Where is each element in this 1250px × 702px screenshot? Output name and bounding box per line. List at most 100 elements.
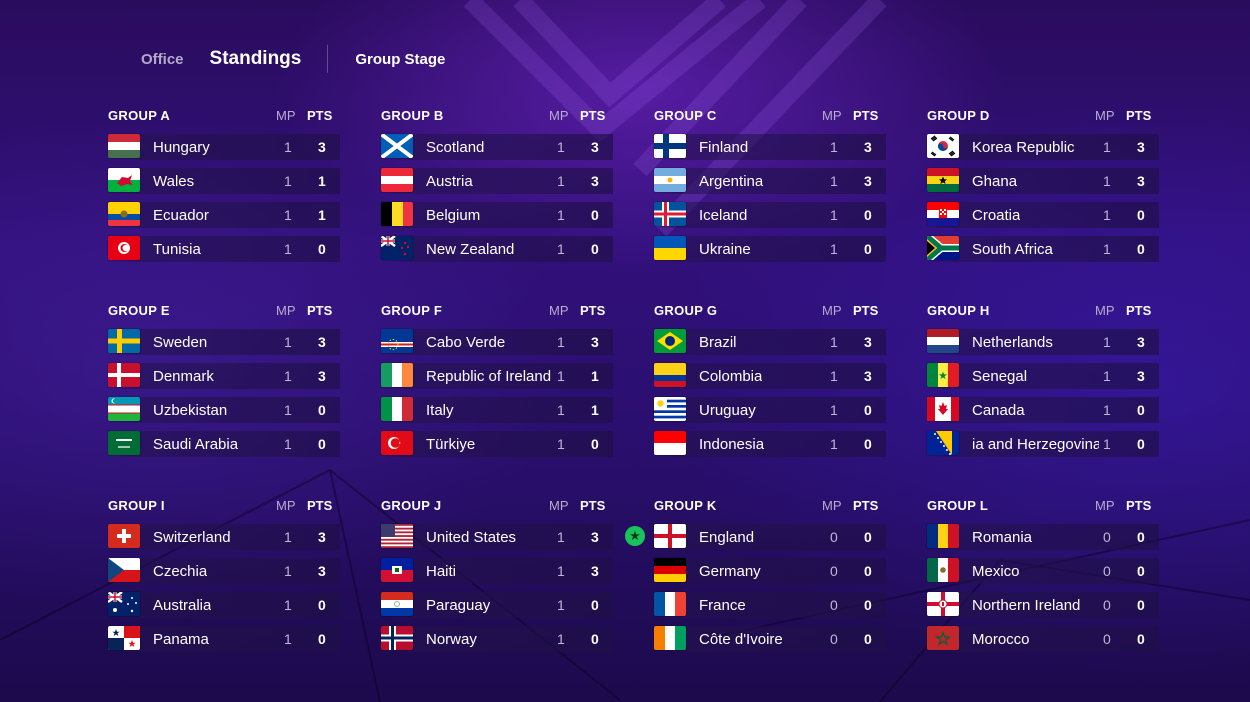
team-row[interactable]: South Africa 1 0 — [927, 236, 1159, 262]
team-name: Tunisia — [153, 240, 201, 258]
haiti-flag-icon — [381, 558, 413, 582]
group-table: GROUP D MP PTS Korea Republic 1 3 Ghana 1 3 Croat… — [927, 104, 1159, 262]
team-row[interactable]: Saudi Arabia 1 0 — [108, 431, 340, 457]
team-row[interactable]: Türkiye 1 0 — [381, 431, 613, 457]
team-row[interactable]: Korea Republic 1 3 — [927, 134, 1159, 160]
nav-office[interactable]: Office — [141, 51, 184, 68]
team-row[interactable]: Panama 1 0 — [108, 626, 340, 652]
team-row[interactable]: Norway 1 0 — [381, 626, 613, 652]
team-points: 3 — [864, 368, 872, 384]
indonesia-flag-icon — [654, 431, 686, 455]
team-row[interactable]: Croatia 1 0 — [927, 202, 1159, 228]
team-row[interactable]: Indonesia 1 0 — [654, 431, 886, 457]
team-points: 0 — [318, 631, 326, 647]
group-name: GROUP H — [927, 302, 990, 318]
team-row[interactable]: Morocco 0 0 — [927, 626, 1159, 652]
team-points: 3 — [591, 529, 599, 545]
team-row[interactable]: Sweden 1 3 — [108, 329, 340, 355]
team-row[interactable]: United States 1 3 — [381, 524, 613, 550]
team-row[interactable]: Paraguay 1 0 — [381, 592, 613, 618]
column-header-mp: MP — [1095, 302, 1115, 318]
team-matches-played: 1 — [284, 139, 292, 155]
team-row[interactable]: Cabo Verde 1 3 — [381, 329, 613, 355]
team-row[interactable]: Ecuador 1 1 — [108, 202, 340, 228]
team-row[interactable]: ia and Herzegovina 1 0 — [927, 431, 1159, 457]
team-row[interactable]: Haiti 1 3 — [381, 558, 613, 584]
nav-standings[interactable]: Standings — [210, 48, 302, 70]
group-name: GROUP G — [654, 302, 718, 318]
team-name: France — [699, 596, 746, 614]
group-table: GROUP C MP PTS Finland 1 3 Argentina 1 3 Iceland 1… — [654, 104, 886, 262]
team-row[interactable]: France 0 0 — [654, 592, 886, 618]
team-points: 1 — [591, 368, 599, 384]
team-row[interactable]: Italy 1 1 — [381, 397, 613, 423]
team-row[interactable]: Germany 0 0 — [654, 558, 886, 584]
team-name: Denmark — [153, 367, 214, 385]
ukraine-flag-icon — [654, 236, 686, 260]
team-row[interactable]: Wales 1 1 — [108, 168, 340, 194]
team-points: 0 — [864, 436, 872, 452]
team-row[interactable]: Uruguay 1 0 — [654, 397, 886, 423]
team-points: 0 — [864, 597, 872, 613]
team-row[interactable]: Argentina 1 3 — [654, 168, 886, 194]
team-row[interactable]: Hungary 1 3 — [108, 134, 340, 160]
belgium-flag-icon — [381, 202, 413, 226]
team-row[interactable]: Australia 1 0 — [108, 592, 340, 618]
team-points: 3 — [864, 173, 872, 189]
group-table: GROUP F MP PTS Cabo Verde 1 3 Republic of Irel… — [381, 299, 613, 457]
team-row[interactable]: Ghana 1 3 — [927, 168, 1159, 194]
team-row[interactable]: Republic of Ireland 1 1 — [381, 363, 613, 389]
group-header: GROUP L MP PTS — [927, 494, 1159, 516]
team-row[interactable]: Senegal 1 3 — [927, 363, 1159, 389]
team-matches-played: 1 — [557, 563, 565, 579]
team-name: Australia — [153, 596, 212, 614]
team-row[interactable]: Finland 1 3 — [654, 134, 886, 160]
norway-flag-icon — [381, 626, 413, 650]
team-row[interactable]: Netherlands 1 3 — [927, 329, 1159, 355]
column-header-pts: PTS — [307, 302, 333, 318]
group-header: GROUP J MP PTS — [381, 494, 613, 516]
team-matches-played: 1 — [284, 334, 292, 350]
team-row[interactable]: Ukraine 1 0 — [654, 236, 886, 262]
column-header-mp: MP — [549, 497, 569, 513]
team-name: Norway — [426, 630, 477, 648]
team-points: 3 — [591, 173, 599, 189]
team-row[interactable]: Côte d'Ivoire 0 0 — [654, 626, 886, 652]
column-header-pts: PTS — [853, 302, 879, 318]
team-matches-played: 1 — [557, 597, 565, 613]
team-row[interactable]: Romania 0 0 — [927, 524, 1159, 550]
italy-flag-icon — [381, 397, 413, 421]
team-row[interactable]: Iceland 1 0 — [654, 202, 886, 228]
team-name: Colombia — [699, 367, 763, 385]
group-table: GROUP E MP PTS Sweden 1 3 Denmark 1 3 Uzbekistan 1… — [108, 299, 340, 457]
team-matches-played: 1 — [284, 436, 292, 452]
team-points: 0 — [864, 241, 872, 257]
group-table: GROUP K MP PTS ★ England 0 0 Germany 0 0 France 0 0 C… — [625, 494, 886, 652]
nav-group-stage[interactable]: Group Stage — [355, 51, 445, 68]
team-points: 0 — [318, 597, 326, 613]
team-matches-played: 1 — [557, 139, 565, 155]
team-row[interactable]: Colombia 1 3 — [654, 363, 886, 389]
turkiye-flag-icon — [381, 431, 413, 455]
team-row[interactable]: Denmark 1 3 — [108, 363, 340, 389]
team-name: United States — [426, 528, 517, 546]
team-name: Côte d'Ivoire — [699, 630, 783, 648]
argentina-flag-icon — [654, 168, 686, 192]
team-row[interactable]: Scotland 1 3 — [381, 134, 613, 160]
team-row[interactable]: Belgium 1 0 — [381, 202, 613, 228]
team-row[interactable]: Switzerland 1 3 — [108, 524, 340, 550]
team-row[interactable]: ★ England 0 0 — [625, 524, 886, 550]
column-header-mp: MP — [276, 107, 296, 123]
team-row[interactable]: Mexico 0 0 — [927, 558, 1159, 584]
team-row[interactable]: Tunisia 1 0 — [108, 236, 340, 262]
team-row[interactable]: Brazil 1 3 — [654, 329, 886, 355]
france-flag-icon — [654, 592, 686, 616]
team-row[interactable]: New Zealand 1 0 — [381, 236, 613, 262]
group-table: GROUP L MP PTS Romania 0 0 Mexico 0 0 Northern Ir… — [927, 494, 1159, 652]
team-row[interactable]: Northern Ireland 0 0 — [927, 592, 1159, 618]
team-row[interactable]: Uzbekistan 1 0 — [108, 397, 340, 423]
team-row[interactable]: Canada 1 0 — [927, 397, 1159, 423]
team-row[interactable]: Czechia 1 3 — [108, 558, 340, 584]
team-row[interactable]: Austria 1 3 — [381, 168, 613, 194]
team-name: Türkiye — [426, 435, 476, 453]
